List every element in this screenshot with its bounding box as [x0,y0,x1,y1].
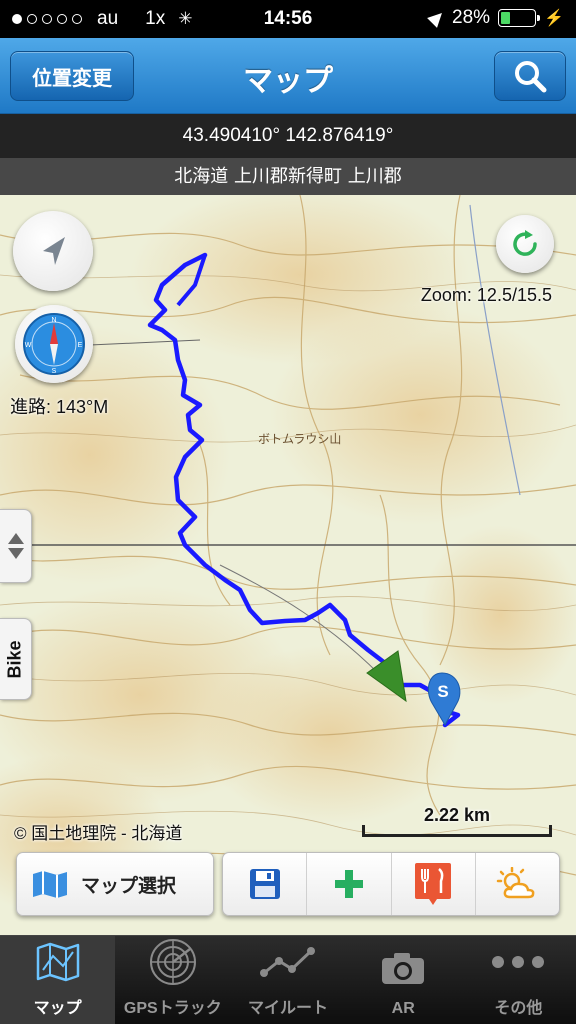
tab-map[interactable]: マップ [0,936,116,1024]
map-select-label: マップ選択 [81,874,177,897]
map-icon [33,871,67,898]
bike-mode-tab[interactable]: Bike [0,618,32,700]
map-view[interactable]: ボトムラウシ山 S N S W E Zoom: 12.5/15.5 進路: 14… [0,195,576,935]
search-button[interactable] [494,51,566,101]
scale-line [362,825,552,837]
save-icon [249,869,280,899]
change-location-button[interactable]: 位置変更 [10,51,134,101]
navigation-arrow-icon [43,237,65,265]
start-marker-label: S [437,682,448,701]
weather-icon [497,867,535,899]
tab-ar[interactable]: AR [346,936,461,1024]
scale-label: 2.22 km [423,805,491,825]
action-toolbar [222,852,560,916]
route-icon [260,947,315,977]
map-scroll-tab[interactable] [0,509,32,583]
tab-label: マイルート [248,1000,329,1017]
scale-bar: 2.22 km [362,805,552,839]
search-icon [515,61,547,93]
location-arrow-icon [427,8,447,28]
svg-text:S: S [52,368,57,375]
add-button[interactable] [307,853,392,915]
charging-bolt-icon: ⚡ [544,10,564,27]
tab-more[interactable]: その他 [461,936,576,1024]
compass-icon: N S W E [23,313,85,375]
weather-button[interactable] [476,853,559,915]
add-icon [334,870,363,898]
camera-icon [382,953,425,984]
tab-gps-track[interactable]: GPSトラック [115,936,230,1024]
battery-icon [498,9,541,27]
battery-percent: 28% [452,7,491,28]
tab-bar: マップ GPSトラック マイルート AR その他 [0,935,576,1024]
tab-label: AR [391,1000,415,1017]
bike-tab-label: Bike [5,639,25,679]
coordinates-bar: 43.490410° 142.876419° [0,114,576,158]
tab-label: マップ [33,1000,82,1017]
map-select-button[interactable]: マップ選択 [16,852,214,916]
svg-text:N: N [51,317,56,324]
status-right: 28% ⚡ [427,7,564,29]
compass-button[interactable]: N S W E [15,305,93,383]
nav-bar: 位置変更 マップ [0,38,576,114]
svg-text:E: E [78,342,83,349]
address-bar: 北海道 上川郡新得町 上川郡 [0,158,576,195]
restaurant-button[interactable] [392,853,476,915]
arrow-up-icon [7,533,24,544]
refresh-button[interactable] [496,215,554,273]
tab-my-route[interactable]: マイルート [230,936,345,1024]
map-icon [36,942,79,982]
locate-me-button[interactable] [13,211,93,291]
more-icon [492,956,545,968]
radar-icon [149,939,196,985]
refresh-icon [513,230,537,256]
heading-label: 進路: 143°M [10,397,109,417]
svg-text:W: W [25,342,32,349]
tab-label: その他 [494,1000,543,1017]
tab-label: GPSトラック [123,1000,222,1017]
battery-fill [501,12,511,24]
save-button[interactable] [223,853,308,915]
peak-name-label: ボトムラウシ山 [258,432,341,446]
restaurant-icon [415,863,452,905]
zoom-label: Zoom: 12.5/15.5 [420,285,552,305]
copyright-label: © 国土地理院 - 北海道 [14,824,183,843]
status-bar: au 1x ✳ 14:56 28% ⚡ [0,0,576,38]
arrow-down-icon [7,548,24,559]
